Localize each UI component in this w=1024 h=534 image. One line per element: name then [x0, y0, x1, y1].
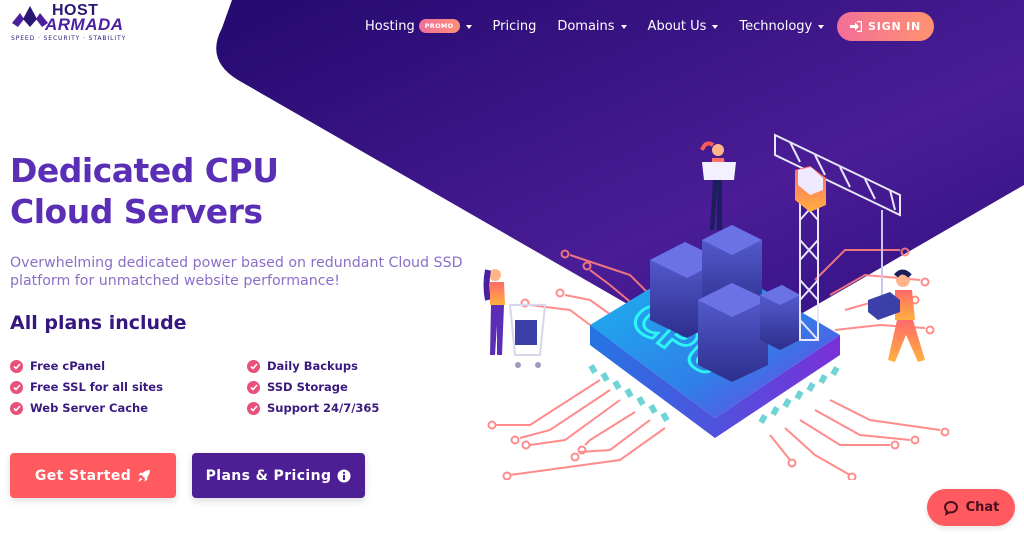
- rocket-icon: [138, 469, 151, 482]
- logo-mark-icon: [12, 6, 48, 27]
- nav-item-label: Domains: [557, 18, 615, 34]
- nav-item-label: Technology: [739, 18, 813, 34]
- chevron-down-icon: [818, 25, 825, 29]
- feature-label: Support 24/7/365: [267, 401, 380, 415]
- chevron-down-icon: [465, 25, 472, 29]
- feature-label: SSD Storage: [267, 380, 348, 394]
- feature-item: SSD Storage: [247, 379, 427, 395]
- nav-item-hosting[interactable]: Hosting PROMO: [365, 19, 472, 34]
- feature-label: Daily Backups: [267, 359, 358, 373]
- check-circle-icon: [10, 359, 23, 373]
- page-title-line-1: Dedicated CPU: [10, 151, 279, 190]
- sign-in-label: SIGN IN: [868, 20, 921, 33]
- feature-item: Daily Backups: [247, 358, 427, 374]
- page-title: Dedicated CPU Cloud Servers: [10, 150, 279, 232]
- chat-bubble-icon: [943, 500, 958, 516]
- feature-label: Free SSL for all sites: [30, 380, 163, 394]
- logo[interactable]: HOST ARMADA SPEED · SECURITY · STABILITY: [10, 3, 150, 43]
- nav-item-label: About Us: [647, 18, 707, 34]
- feature-item: Web Server Cache: [10, 400, 247, 416]
- feature-item: Free cPanel: [10, 358, 247, 374]
- logo-tagline: SPEED · SECURITY · STABILITY: [11, 35, 127, 42]
- check-circle-icon: [247, 359, 260, 373]
- get-started-button[interactable]: Get Started: [10, 453, 176, 498]
- check-circle-icon: [247, 401, 260, 415]
- chat-label: Chat: [965, 500, 1000, 515]
- plans-pricing-label: Plans & Pricing: [205, 467, 332, 484]
- chat-button[interactable]: Chat: [927, 489, 1015, 526]
- features-list: Free cPanel Daily Backups Free SSL for a…: [10, 358, 430, 416]
- promo-badge: PROMO: [418, 19, 460, 33]
- check-circle-icon: [10, 401, 23, 415]
- feature-label: Web Server Cache: [30, 401, 149, 415]
- nav-item-domains[interactable]: Domains: [557, 18, 627, 34]
- person-with-cart: [483, 269, 547, 368]
- main-nav: Hosting PROMO Pricing Domains About Us T…: [365, 12, 845, 40]
- nav-item-label: Hosting: [365, 18, 415, 34]
- check-circle-icon: [10, 380, 23, 394]
- page-title-line-2: Cloud Servers: [10, 192, 263, 231]
- get-started-label: Get Started: [34, 467, 132, 484]
- feature-item: Free SSL for all sites: [10, 379, 247, 395]
- person-carrying-box: [868, 269, 925, 362]
- plans-pricing-button[interactable]: Plans & Pricing: [192, 453, 365, 498]
- feature-label: Free cPanel: [30, 359, 106, 373]
- cpu-illustration: CPU: [483, 133, 950, 480]
- chevron-down-icon: [712, 25, 719, 29]
- nav-item-technology[interactable]: Technology: [739, 18, 825, 34]
- nav-item-about-us[interactable]: About Us: [648, 19, 719, 34]
- sign-in-button[interactable]: SIGN IN: [837, 12, 934, 41]
- feature-item: Support 24/7/365: [247, 400, 427, 416]
- person-with-laptop: [700, 141, 736, 230]
- logo-text-armada: ARMADA: [45, 15, 124, 34]
- hero-subtitle: Overwhelming dedicated power based on re…: [10, 255, 463, 289]
- nav-item-label: Pricing: [492, 18, 537, 34]
- sign-in-icon: [850, 21, 862, 32]
- check-circle-icon: [247, 380, 260, 394]
- chevron-down-icon: [620, 25, 627, 29]
- nav-item-pricing[interactable]: Pricing: [493, 19, 537, 34]
- plans-heading: All plans include: [10, 312, 187, 334]
- info-circle-icon: [337, 469, 351, 482]
